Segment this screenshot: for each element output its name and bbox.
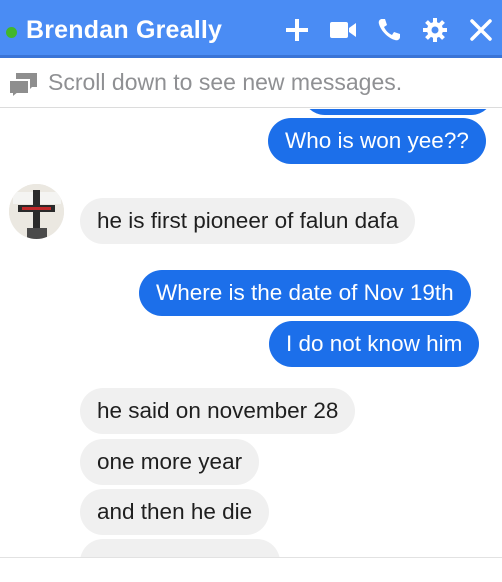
message-bubble-partial: [80, 539, 280, 557]
settings-icon[interactable]: [420, 15, 450, 45]
contact-name[interactable]: Brendan Greally: [26, 16, 222, 45]
video-call-icon[interactable]: [328, 15, 358, 45]
message-bubble-partial: [302, 109, 494, 115]
notice-text: Scroll down to see new messages.: [48, 69, 403, 95]
add-icon[interactable]: [282, 15, 312, 45]
message-bubble-incoming: he said on november 28: [80, 388, 356, 434]
composer-edge: [0, 557, 502, 582]
phone-icon[interactable]: [374, 15, 404, 45]
message-list[interactable]: Who is won yee?? he is first pioneer of …: [0, 109, 502, 557]
message-bubble-incoming: one more year: [80, 439, 260, 485]
message-bubble-incoming: he is first pioneer of falun dafa: [80, 198, 416, 244]
message-bubble-outgoing: I do not know him: [269, 321, 480, 367]
message-bubble-outgoing: Who is won yee??: [268, 118, 486, 164]
chat-bubbles-icon: [7, 72, 39, 103]
message-bubble-incoming: and then he die: [80, 489, 270, 535]
online-status-dot: [6, 27, 17, 38]
message-bubble-outgoing: Where is the date of Nov 19th: [139, 270, 471, 316]
contact-avatar[interactable]: [9, 184, 64, 239]
close-icon[interactable]: [466, 15, 496, 45]
chat-header: Brendan Greally: [0, 0, 502, 58]
